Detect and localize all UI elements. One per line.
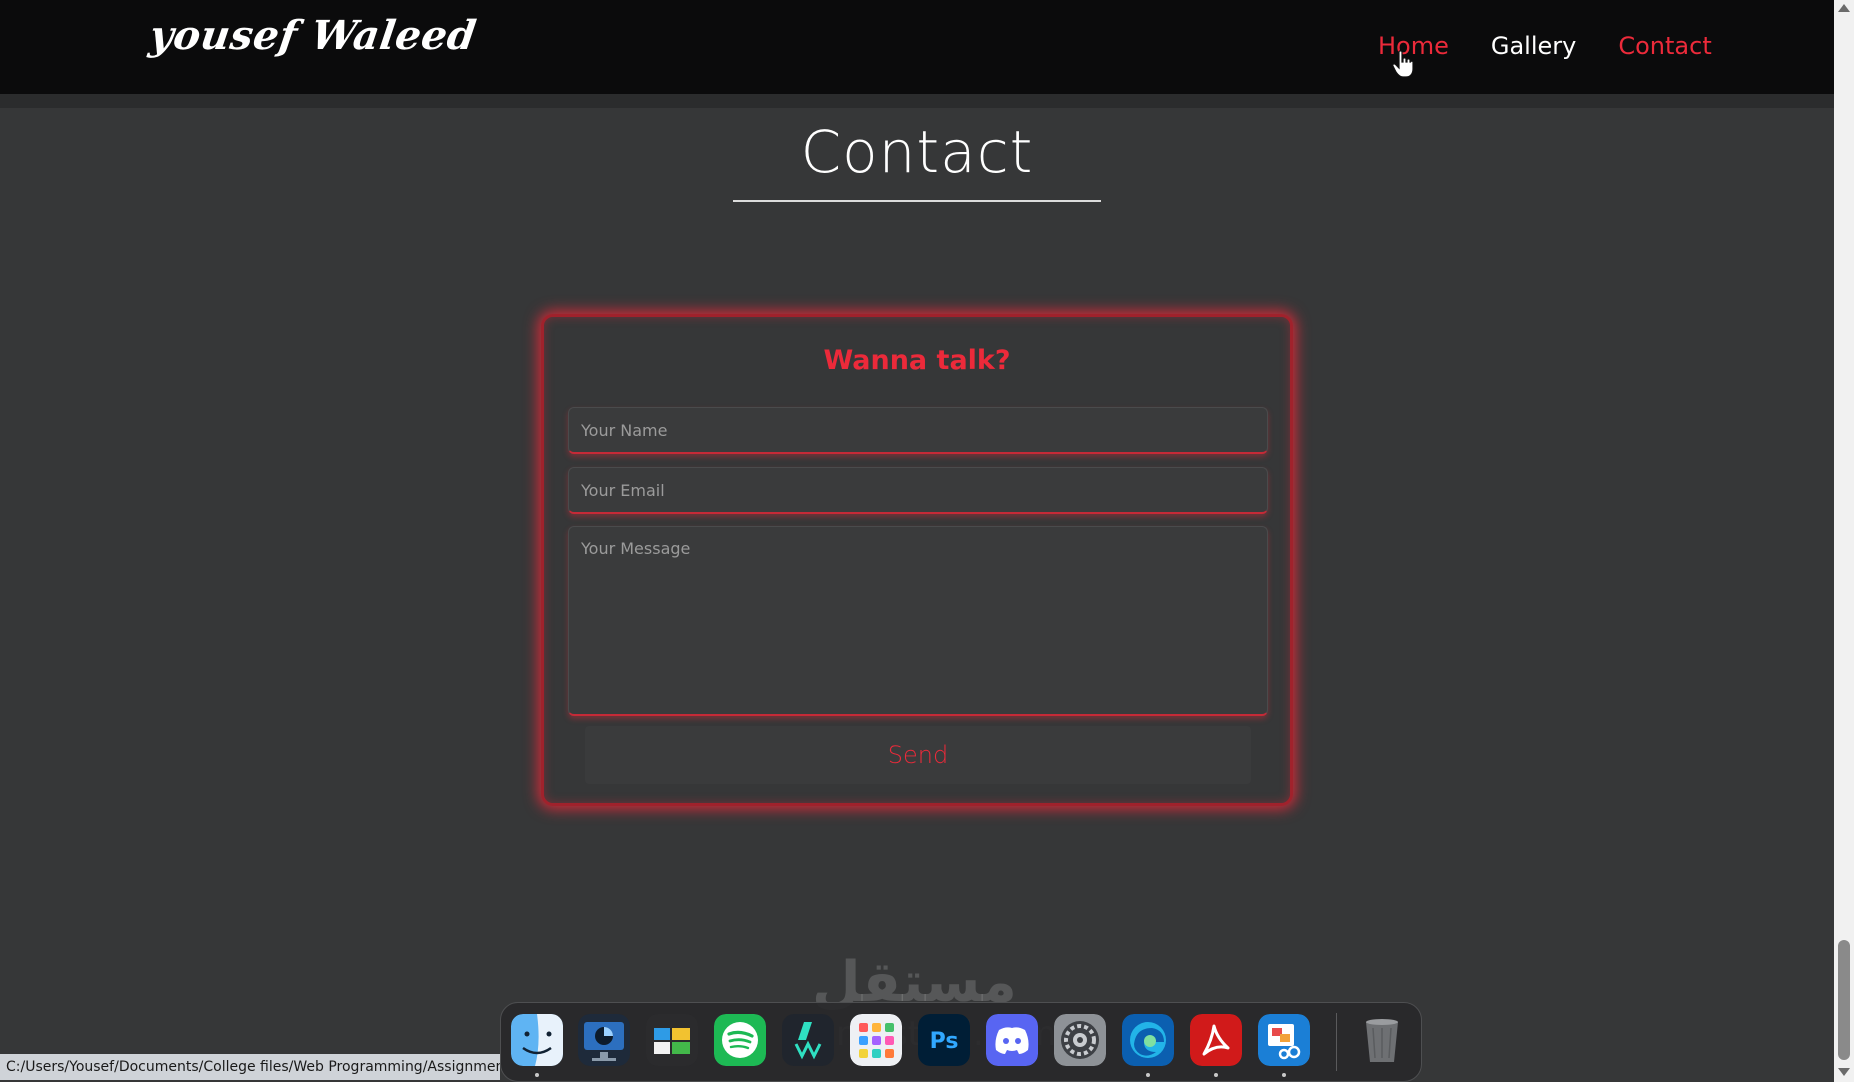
vertical-scrollbar[interactable] xyxy=(1834,0,1854,1082)
svg-text:Ps: Ps xyxy=(930,1029,959,1054)
nav-link-contact[interactable]: Contact xyxy=(1618,32,1711,60)
photoshop-icon[interactable]: Ps xyxy=(918,1014,970,1066)
trash-icon[interactable] xyxy=(1356,1014,1408,1066)
dock: Ps xyxy=(500,1002,1422,1082)
running-indicator xyxy=(1282,1073,1286,1077)
form-heading: Wanna talk? xyxy=(823,345,1011,376)
name-input[interactable] xyxy=(568,407,1268,454)
system-preferences-icon[interactable] xyxy=(1054,1014,1106,1066)
running-indicator xyxy=(1214,1073,1218,1077)
finder-icon[interactable] xyxy=(511,1014,563,1066)
navbar: yousef Waleed Home Gallery Contact xyxy=(0,0,1834,108)
remote-desktop-icon[interactable] xyxy=(578,1014,630,1066)
snipping-tool-icon[interactable] xyxy=(1258,1014,1310,1066)
contact-form-card: Wanna talk? Send xyxy=(541,314,1293,806)
nav-links: Home Gallery Contact xyxy=(1378,32,1712,60)
dock-separator xyxy=(1336,1013,1337,1071)
nav-link-gallery[interactable]: Gallery xyxy=(1491,32,1576,60)
message-textarea[interactable] xyxy=(568,526,1268,716)
page: yousef Waleed Home Gallery Contact Conta… xyxy=(0,0,1854,1082)
status-bar-url: C:/Users/Yousef/Documents/College files/… xyxy=(0,1054,500,1080)
windows-icon[interactable] xyxy=(646,1014,698,1066)
send-button[interactable]: Send xyxy=(585,726,1251,784)
title-underline xyxy=(733,200,1101,202)
acrobat-icon[interactable] xyxy=(1190,1014,1242,1066)
edge-icon[interactable] xyxy=(1122,1014,1174,1066)
brand-logo[interactable]: yousef Waleed xyxy=(147,12,480,59)
scroll-thumb[interactable] xyxy=(1838,940,1850,1060)
running-indicator xyxy=(1146,1073,1150,1077)
launchpad-icon[interactable] xyxy=(850,1014,902,1066)
discord-icon[interactable] xyxy=(986,1014,1038,1066)
scroll-down-arrow-icon[interactable] xyxy=(1838,1068,1850,1076)
filmora-icon[interactable] xyxy=(782,1014,834,1066)
email-input[interactable] xyxy=(568,467,1268,514)
running-indicator xyxy=(535,1073,539,1077)
page-title: Contact xyxy=(800,118,1034,186)
spotify-icon[interactable] xyxy=(714,1014,766,1066)
scroll-up-arrow-icon[interactable] xyxy=(1838,4,1850,12)
hand-cursor-icon xyxy=(1392,50,1414,78)
